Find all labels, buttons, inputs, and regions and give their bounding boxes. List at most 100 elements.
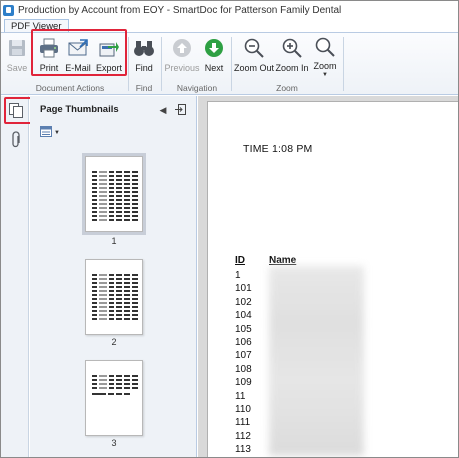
tab-pdf-viewer[interactable]: PDF Viewer — [4, 19, 69, 33]
thumbnail-line — [92, 318, 139, 320]
group-divider — [128, 37, 129, 91]
id-cell: 112 — [235, 430, 251, 442]
id-cell: 109 — [235, 377, 252, 389]
email-button[interactable]: E-Mail — [65, 36, 91, 78]
thumbnail-line — [92, 183, 139, 185]
thumbnail-line — [92, 274, 139, 276]
tab-strip: PDF Viewer — [1, 19, 458, 33]
group-divider — [161, 37, 162, 91]
print-icon — [37, 36, 61, 60]
id-cell: 105 — [235, 323, 252, 335]
dock-panel-button[interactable] — [174, 103, 186, 117]
up-arrow-icon — [170, 36, 194, 60]
export-button[interactable]: Export — [96, 36, 122, 78]
id-cell: 101 — [235, 283, 252, 295]
thumbnail-line — [92, 171, 139, 173]
id-cell: 1 — [235, 270, 241, 281]
attachment-icon — [10, 130, 22, 152]
thumbnail-content — [92, 274, 139, 322]
zoom-out-button[interactable]: Zoom Out — [234, 36, 274, 78]
zoom-icon — [313, 36, 337, 58]
page-thumbnail-3[interactable] — [85, 360, 143, 436]
id-list: 1101102104105106107108109111101111121131… — [235, 269, 252, 457]
title-bar: Production by Account from EOY - SmartDo… — [1, 1, 458, 19]
binoculars-icon — [132, 36, 156, 60]
thumbnail-line — [92, 203, 139, 205]
panel-exit-icon — [174, 103, 186, 117]
id-cell: 104 — [235, 310, 252, 322]
group-divider — [231, 37, 232, 91]
id-cell: 106 — [235, 336, 252, 348]
group-label-document-actions: Document Actions — [35, 83, 105, 93]
thumbnail-content — [92, 375, 139, 397]
thumbnail-line — [92, 306, 139, 308]
chevron-down-icon: ▼ — [322, 72, 328, 78]
group-label-navigation: Navigation — [176, 83, 218, 93]
down-arrow-icon — [202, 36, 226, 60]
attachments-toggle[interactable] — [7, 130, 25, 152]
thumbnail-line — [92, 286, 139, 288]
thumbnail-options-dropdown[interactable]: ▼ — [40, 126, 60, 140]
chevron-left-icon: ◀ — [159, 104, 167, 115]
zoom-out-icon — [242, 36, 266, 60]
thumbnail-toolbar: ▼ — [30, 124, 197, 144]
zoom-dropdown-button[interactable]: Zoom ▼ — [313, 36, 337, 78]
zoom-in-icon — [280, 36, 304, 60]
column-header-id: ID — [235, 255, 245, 266]
thumbnail-line — [92, 379, 139, 381]
thumbnail-line — [92, 179, 139, 181]
thumbnail-content — [92, 171, 139, 223]
thumbnail-line — [92, 282, 139, 284]
thumbnail-line — [92, 314, 139, 316]
thumbnail-line — [92, 207, 139, 209]
pdf-page: TIME 1:08 PM ID Name 1 101 102 104 105 106 107… — [207, 101, 458, 457]
page-thumbnail-1[interactable] — [82, 153, 146, 235]
thumbnail-line — [92, 310, 139, 312]
report-time: TIME 1:08 PM — [243, 143, 313, 155]
app-window: Production by Account from EOY - SmartDo… — [0, 0, 459, 458]
thumbnail-line — [92, 211, 139, 213]
find-button[interactable]: Find — [133, 36, 155, 78]
thumbnail-line — [92, 383, 139, 385]
page-thumbnails-toggle[interactable] — [7, 102, 25, 120]
thumbnail-line — [92, 187, 139, 189]
window-title: Production by Account from EOY - SmartDo… — [18, 4, 342, 16]
app-logo-icon — [3, 4, 14, 16]
thumbnail-line — [92, 302, 139, 304]
thumbnail-line — [92, 199, 139, 201]
collapse-panel-button[interactable]: ◀ — [157, 104, 169, 116]
thumbnail-line — [92, 375, 139, 377]
save-button[interactable]: Save — [5, 36, 29, 78]
thumbnail-line — [92, 290, 139, 292]
print-button[interactable]: Print — [36, 36, 62, 78]
next-button[interactable]: Next — [202, 36, 226, 78]
thumbnail-line — [92, 175, 139, 177]
id-cell: 113 — [235, 444, 251, 456]
ribbon-toolbar: Save Print E-Mail Export Document Action… — [1, 32, 458, 95]
id-cell: 107 — [235, 350, 252, 362]
thumbnail-line — [92, 219, 139, 221]
thumbnail-line — [92, 278, 139, 280]
redacted-names — [269, 266, 364, 456]
email-icon — [66, 36, 90, 60]
previous-button[interactable]: Previous — [165, 36, 200, 78]
page-thumbnails-icon — [8, 102, 24, 121]
id-cell: 108 — [235, 363, 252, 375]
group-divider — [343, 37, 344, 91]
page-thumbnail-number: 1 — [111, 236, 117, 246]
left-sidebar — [1, 96, 29, 457]
zoom-in-button[interactable]: Zoom In — [276, 36, 309, 78]
thumbnail-line — [92, 215, 139, 217]
chevron-down-icon: ▼ — [54, 130, 60, 136]
page-thumbnail-number: 2 — [111, 337, 117, 347]
thumbnail-line — [92, 294, 139, 296]
thumbnail-options-icon — [40, 126, 52, 140]
thumbnail-line — [92, 393, 138, 395]
document-viewport[interactable]: TIME 1:08 PM ID Name 1 101 102 104 105 106 107… — [198, 96, 458, 457]
thumbnail-line — [92, 387, 139, 389]
page-thumbnails-panel: Page Thumbnails ◀ ▼ 1 2 3 — [30, 96, 197, 457]
thumbnail-line — [92, 195, 139, 197]
thumbnail-line — [92, 191, 139, 193]
page-thumbnail-2[interactable] — [85, 259, 143, 335]
save-icon — [5, 36, 29, 60]
